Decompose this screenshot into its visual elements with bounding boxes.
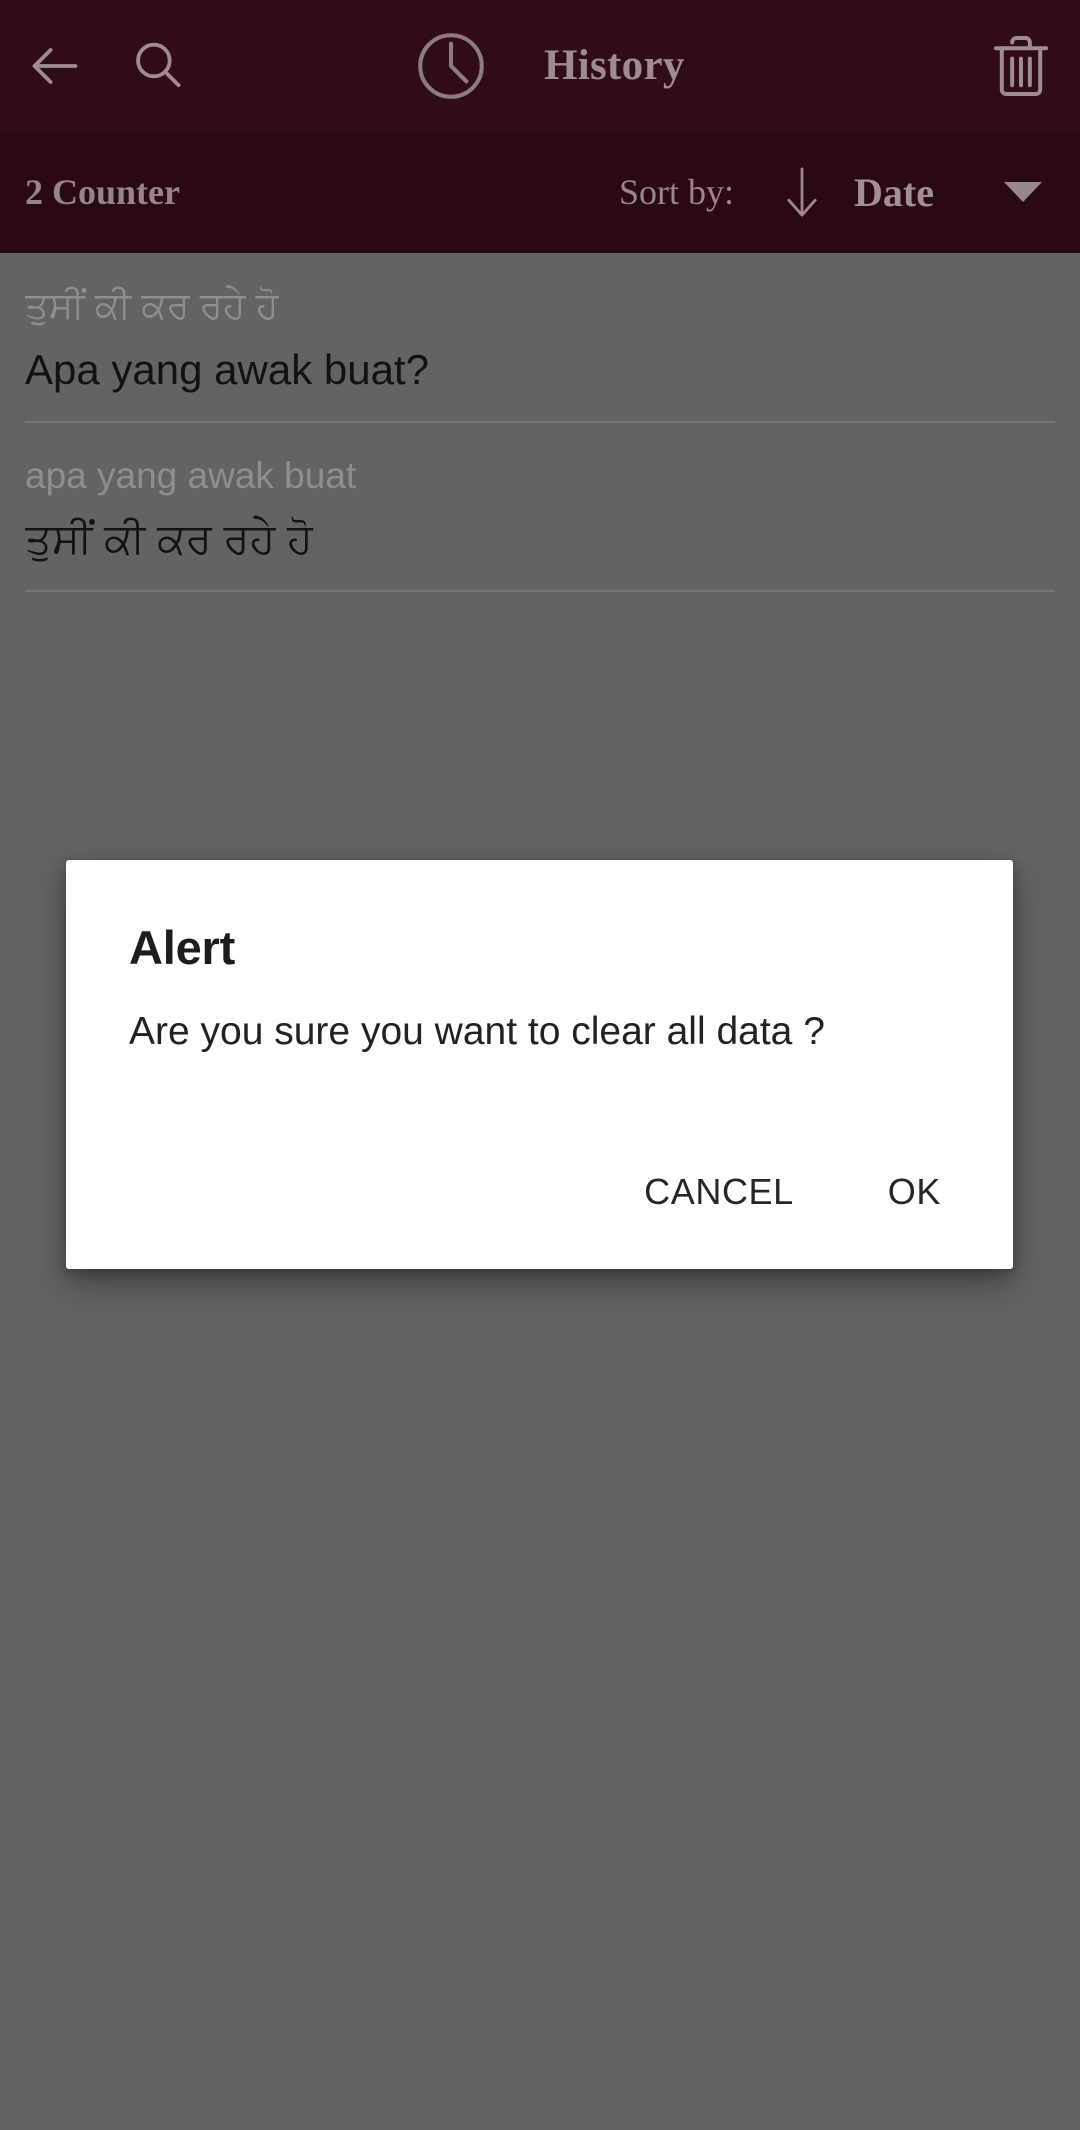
caret-down-icon[interactable] [1004, 182, 1042, 202]
list-item-target-text: ਤੁਸੀਂ ਕੀ ਕਰ ਰਹੇ ਹੋ [25, 515, 313, 563]
cancel-button[interactable]: CANCEL [622, 1157, 816, 1227]
back-button[interactable] [20, 31, 90, 101]
counter-label: 2 Counter [25, 172, 180, 212]
trash-icon [993, 35, 1049, 96]
list-item[interactable]: apa yang awak buat ਤੁਸੀਂ ਕੀ ਕਰ ਰਹੇ ਹੋ [0, 423, 1080, 591]
sort-bar: 2 Counter Sort by: Date [0, 131, 1080, 253]
app-bar-title-group: History [410, 0, 685, 131]
arrow-left-icon [32, 47, 78, 84]
list-divider [25, 590, 1055, 593]
search-button[interactable] [125, 33, 191, 99]
dialog-action-bar: CANCEL OK [66, 1157, 1013, 1269]
list-item-source-text: apa yang awak buat [25, 454, 357, 496]
sort-by-label: Sort by: [619, 172, 735, 212]
alert-dialog: Alert Are you sure you want to clear all… [66, 860, 1013, 1269]
search-icon [136, 42, 181, 87]
arrow-down-icon[interactable] [782, 164, 822, 220]
sort-value-label[interactable]: Date [854, 169, 934, 216]
clear-all-button[interactable] [990, 30, 1052, 102]
list-item-target-text: Apa yang awak buat? [25, 345, 429, 393]
dialog-message: Are you sure you want to clear all data … [129, 1010, 825, 1053]
app-screen: History 2 Counter Sort by: Date ਤੁਸੀਂ ਕੀ… [0, 0, 1080, 2130]
sort-control-group[interactable]: Sort by: Date [619, 131, 1080, 253]
ok-button[interactable]: OK [866, 1157, 963, 1227]
page-title: History [544, 42, 685, 89]
list-item[interactable]: ਤੁਸੀਂ ਕੀ ਕਰ ਰਹੇ ਹੋ Apa yang awak buat? [0, 253, 1080, 421]
dialog-title: Alert [129, 921, 236, 974]
clock-icon [418, 32, 484, 99]
list-item-source-text: ਤੁਸੀਂ ਕੀ ਕਰ ਰਹੇ ਹੋ [25, 285, 279, 326]
app-bar: History [0, 0, 1080, 131]
